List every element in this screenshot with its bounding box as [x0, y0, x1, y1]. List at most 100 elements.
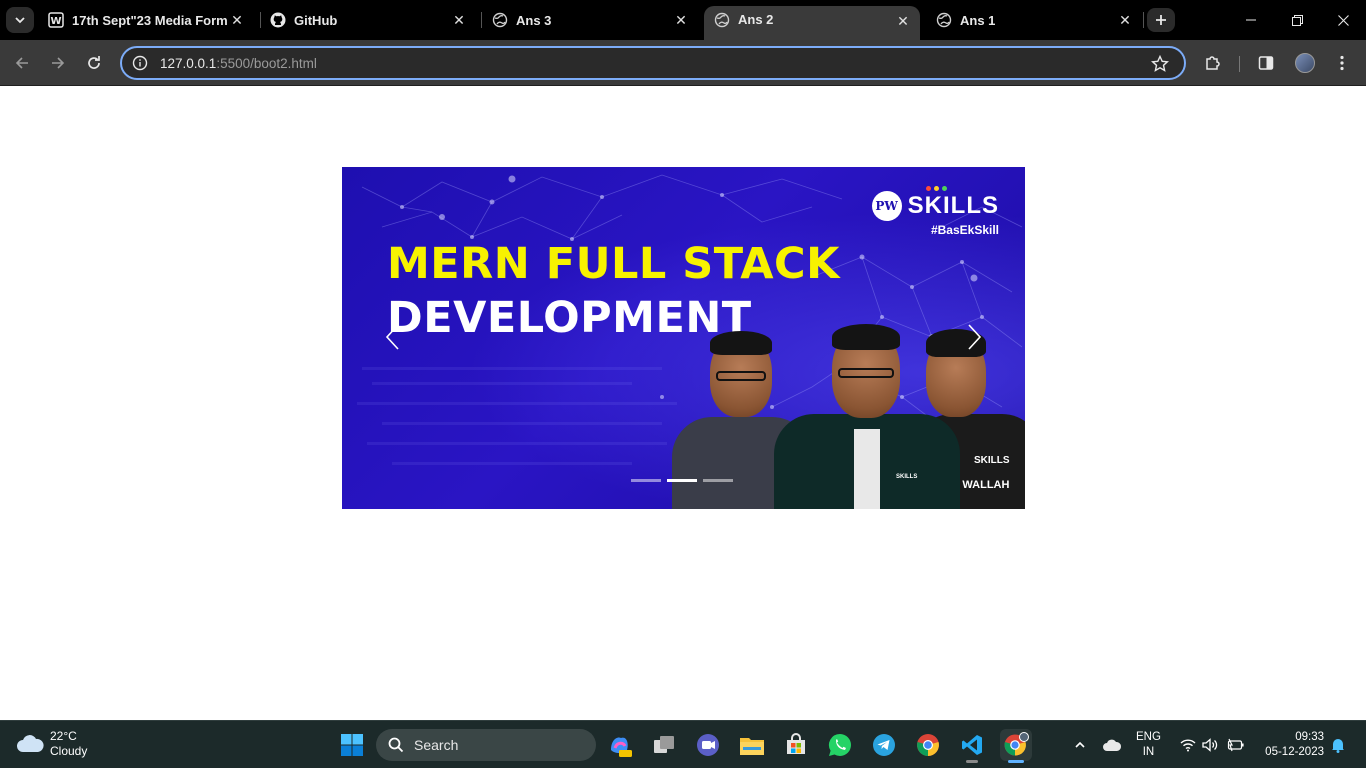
chrome-button[interactable] [912, 729, 944, 761]
instructor-left-glasses [716, 371, 766, 381]
notifications-button[interactable] [1328, 729, 1348, 761]
windows-taskbar: 22°C Cloudy Search ENG IN 09:33 05-12-20… [0, 720, 1366, 768]
tab-ans-1[interactable]: Ans 1 ✕ [926, 6, 1142, 34]
show-hidden-icons-button[interactable] [1068, 729, 1092, 761]
url-path: :5500/boot2.html [216, 55, 317, 71]
shirt-badge: SKILLS [974, 455, 1010, 466]
store-button[interactable] [780, 729, 812, 761]
tab-title: Ans 1 [960, 12, 996, 28]
address-bar[interactable]: 127.0.0.1:5500/boot2.html [120, 46, 1186, 80]
telegram-icon [873, 734, 895, 756]
minimize-button[interactable] [1236, 8, 1266, 32]
tab-title: Ans 3 [516, 12, 552, 28]
clock-date: 05-12-2023 [1265, 746, 1324, 758]
carousel-indicator-2[interactable] [667, 479, 697, 482]
page-viewport: PW SKILLS #BasEkSkill MERN FULL STACK DE… [0, 87, 1366, 720]
forward-button[interactable] [44, 50, 72, 76]
bell-icon [1332, 739, 1344, 753]
meet-icon [697, 734, 719, 756]
battery-button[interactable] [1225, 729, 1247, 761]
arrow-right-icon [52, 57, 65, 69]
chrome-icon [917, 734, 939, 756]
extensions-button[interactable] [1199, 50, 1227, 76]
close-icon[interactable]: ✕ [228, 11, 246, 29]
globe-icon [492, 12, 508, 28]
windows-start-icon [341, 734, 363, 756]
close-icon[interactable]: ✕ [672, 11, 690, 29]
lang-line-1: ENG [1136, 731, 1161, 743]
weather-temp: 22°C [50, 729, 77, 743]
carousel-indicator-3[interactable] [703, 479, 733, 482]
tab-media-forms[interactable]: W 17th Sept"23 Media Forms, ✕ [38, 6, 254, 34]
telegram-button[interactable] [868, 729, 900, 761]
restore-icon [1291, 14, 1303, 26]
search-icon [388, 737, 404, 753]
weather-widget[interactable]: 22°C Cloudy [16, 729, 87, 759]
chrome-profile-button[interactable] [1000, 729, 1032, 763]
input-language[interactable]: ENG IN [1136, 730, 1161, 760]
carousel-indicators [631, 479, 733, 482]
browser-toolbar: 127.0.0.1:5500/boot2.html [0, 40, 1366, 86]
carousel-prev-button[interactable] [372, 317, 412, 357]
vscode-icon [962, 735, 982, 755]
task-view-button[interactable] [648, 729, 680, 761]
tab-strip: W 17th Sept"23 Media Forms, ✕ GitHub ✕ A… [0, 0, 1366, 40]
instructor-center-shirt [854, 429, 880, 509]
github-icon [270, 12, 286, 28]
profile-avatar[interactable] [1295, 53, 1315, 73]
site-info-icon[interactable] [130, 53, 150, 73]
bookmark-star-icon[interactable] [1150, 54, 1170, 74]
chevron-down-icon [15, 17, 25, 24]
tab-github[interactable]: GitHub ✕ [260, 6, 476, 34]
tab-search-button[interactable] [6, 7, 34, 33]
taskbar-search[interactable]: Search [376, 729, 596, 761]
chevron-up-icon [1075, 741, 1085, 748]
copilot-button[interactable] [604, 729, 636, 761]
close-window-button[interactable] [1328, 8, 1358, 32]
new-tab-button[interactable] [1147, 8, 1175, 32]
headline-line-1: MERN FULL STACK [387, 239, 840, 289]
file-explorer-button[interactable] [736, 729, 768, 761]
start-button[interactable] [336, 729, 368, 761]
carousel-next-button[interactable] [955, 317, 995, 357]
meet-button[interactable] [692, 729, 724, 761]
tab-ans-2[interactable]: Ans 2 ✕ [704, 6, 920, 40]
weather-condition: Cloudy [50, 744, 88, 758]
svg-text:W: W [50, 16, 61, 27]
more-vertical-icon [1340, 55, 1344, 71]
tab-title: GitHub [294, 12, 338, 28]
back-button[interactable] [8, 50, 36, 76]
chevron-left-icon [385, 324, 399, 350]
onedrive-button[interactable] [1100, 729, 1124, 761]
url-text: 127.0.0.1:5500/boot2.html [160, 56, 317, 71]
plus-icon [1156, 15, 1166, 25]
url-host: 127.0.0.1 [160, 55, 217, 71]
task-view-icon [654, 736, 674, 753]
search-label: Search [414, 737, 459, 753]
tab-ans-3[interactable]: Ans 3 ✕ [482, 6, 698, 34]
system-clock[interactable]: 09:33 05-12-2023 [1256, 730, 1324, 760]
image-carousel[interactable]: PW SKILLS #BasEkSkill MERN FULL STACK DE… [342, 167, 1025, 509]
copilot-pre-icon [611, 737, 632, 757]
close-icon[interactable]: ✕ [450, 11, 468, 29]
side-panel-button[interactable] [1252, 50, 1280, 76]
close-icon[interactable]: ✕ [894, 12, 912, 30]
toolbar-divider [1239, 56, 1240, 72]
restore-button[interactable] [1282, 8, 1312, 32]
puzzle-icon [1206, 56, 1220, 70]
menu-button[interactable] [1328, 50, 1356, 76]
reload-button[interactable] [80, 50, 108, 76]
wifi-button[interactable] [1178, 729, 1198, 761]
arrow-left-icon [15, 57, 28, 69]
whatsapp-button[interactable] [824, 729, 856, 761]
pw-logo: PW [871, 191, 902, 221]
brand-tagline: #BasEkSkill [930, 223, 999, 237]
vscode-button[interactable] [956, 729, 988, 763]
carousel-indicator-1[interactable] [631, 479, 661, 482]
close-icon[interactable]: ✕ [1116, 11, 1134, 29]
brand-name-text: SKILLS [907, 192, 999, 219]
volume-button[interactable] [1200, 729, 1220, 761]
volume-icon [1202, 738, 1218, 752]
instructor-center-hair [832, 324, 900, 350]
instructor-left-hair [710, 331, 772, 355]
